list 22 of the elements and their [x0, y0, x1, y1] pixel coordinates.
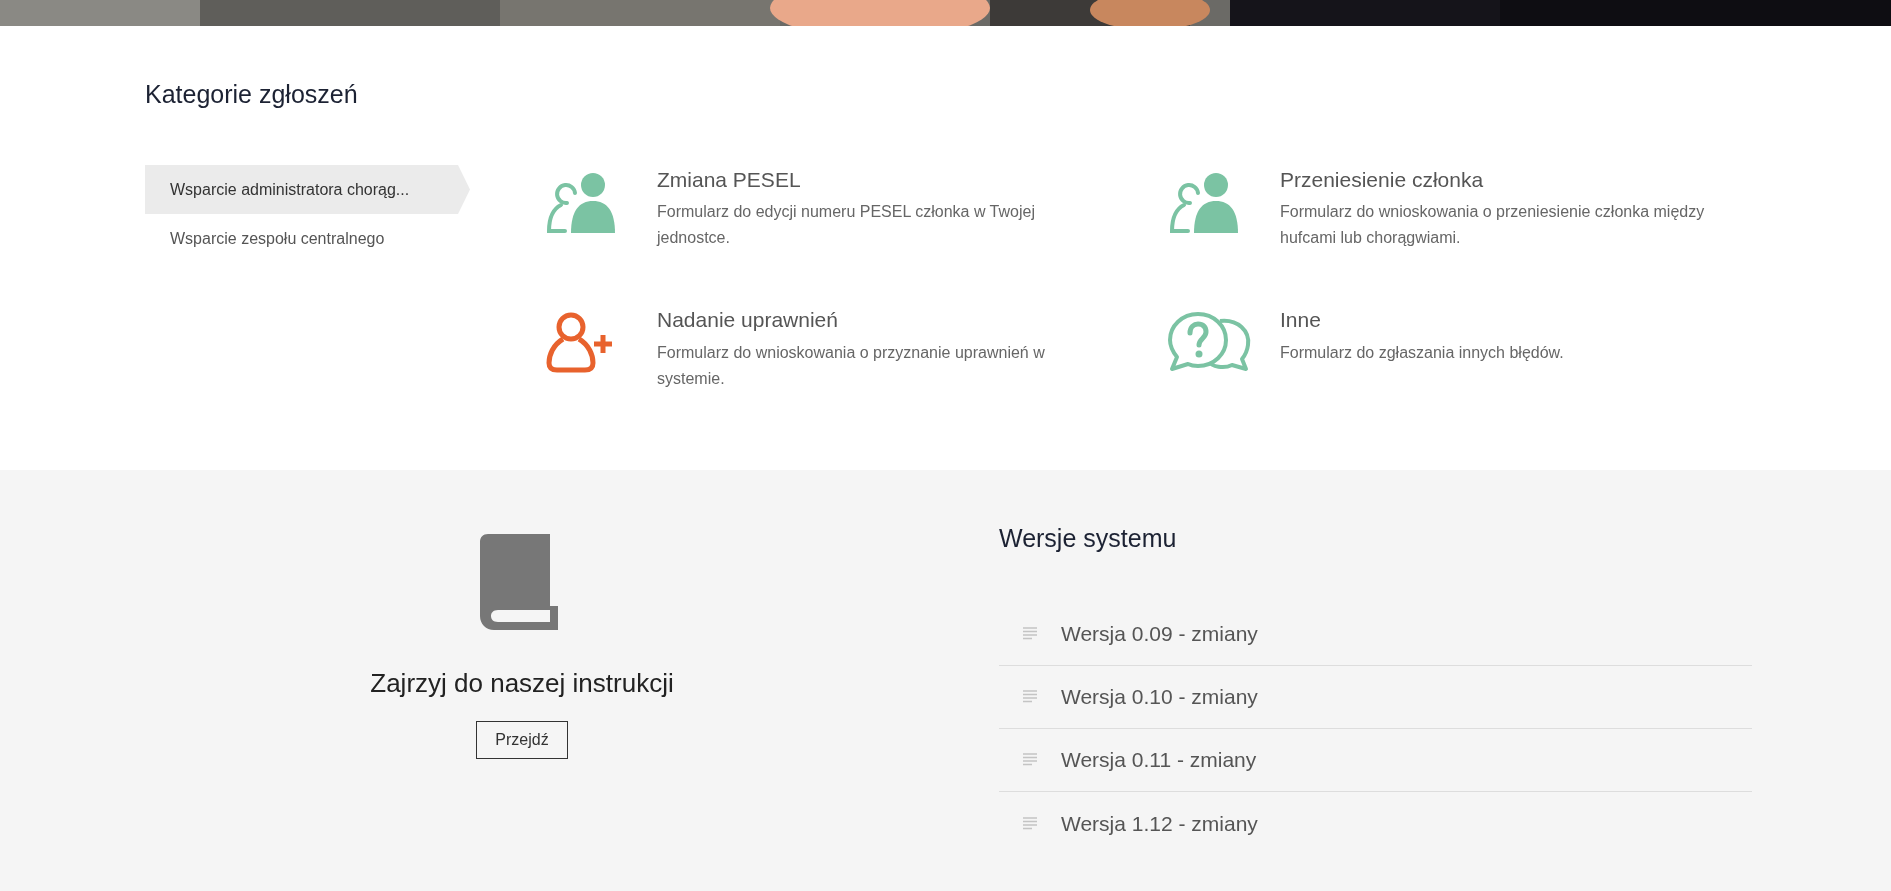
document-lines-icon — [1023, 816, 1037, 831]
card-title[interactable]: Nadanie uprawnień — [657, 307, 1107, 334]
document-lines-icon — [1023, 753, 1037, 767]
card-title[interactable]: Przeniesienie członka — [1280, 167, 1730, 194]
card-description: Formularz do wnioskowania o przyznanie uprawnień w systemie. — [657, 342, 1046, 389]
section-title: Wersje systemu — [999, 526, 1178, 551]
card-title[interactable]: Zmiana PESEL — [657, 167, 1107, 194]
sidebar-item[interactable]: Wsparcie administratora chorąg... — [145, 165, 470, 214]
version-link[interactable]: Wersja 0.11 - zmiany — [1061, 744, 1257, 776]
document-lines-icon — [1023, 690, 1037, 704]
card-description: Formularz do edycji numeru PESEL członka w Twojej jednostce. — [657, 202, 1036, 249]
card-title[interactable]: Inne — [1280, 307, 1730, 334]
card-description: Formularz do wnioskowania o przeniesienie członka między hufcami lub chorągwiami. — [1280, 202, 1706, 249]
document-lines-icon — [1023, 627, 1037, 641]
card-description: Formularz do zgłaszania innych błędów. — [1280, 342, 1565, 363]
sidebar-item[interactable]: Wsparcie zespołu centralnego — [145, 214, 470, 263]
go-button[interactable]: Przejdź — [476, 721, 568, 759]
version-link[interactable]: Wersja 0.10 - zmiany — [1061, 681, 1258, 713]
section-title: Kategorie zgłoszeń — [145, 82, 359, 107]
version-link[interactable]: Wersja 1.12 - zmiany — [1061, 807, 1258, 840]
version-link[interactable]: Wersja 0.09 - zmiany — [1061, 618, 1258, 650]
manual-title: Zajrzyj do naszej instrukcji — [370, 667, 674, 700]
